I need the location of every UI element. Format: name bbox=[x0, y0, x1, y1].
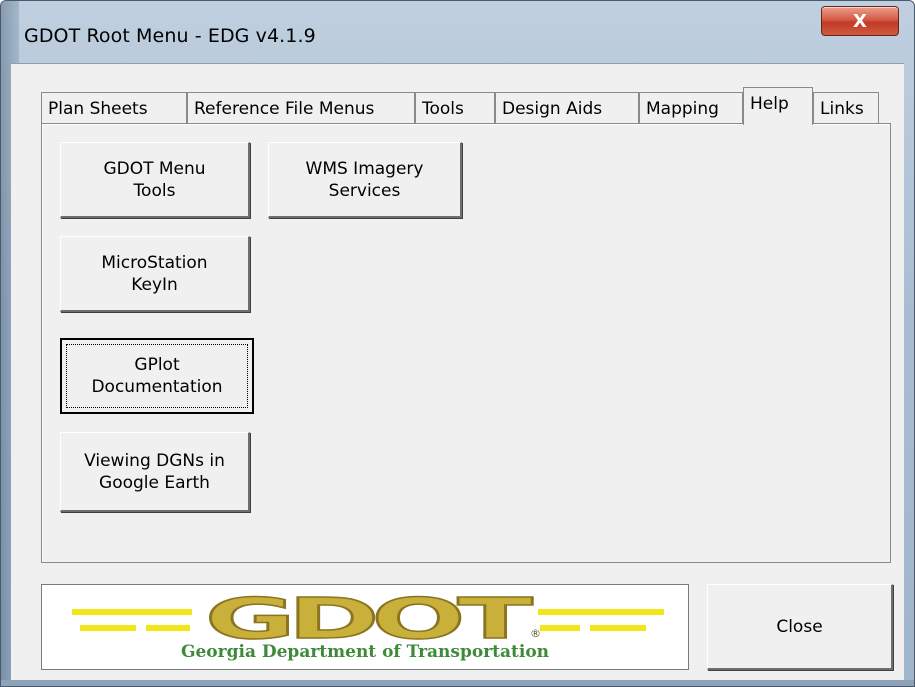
tab-links[interactable]: Links bbox=[813, 92, 879, 124]
tab-design-aids[interactable]: Design Aids bbox=[495, 92, 639, 124]
gplot-documentation-button[interactable]: GPlot Documentation bbox=[60, 338, 254, 414]
gdot-logo: GDOT ® Georgia Department of Transportat… bbox=[41, 584, 689, 670]
tab-tools[interactable]: Tools bbox=[415, 92, 495, 124]
dialog-window: GDOT Root Menu - EDG v4.1.9 X Plan Sheet… bbox=[0, 0, 915, 687]
window-title: GDOT Root Menu - EDG v4.1.9 bbox=[24, 25, 316, 47]
viewing-dgns-google-earth-button[interactable]: Viewing DGNs in Google Earth bbox=[60, 432, 250, 512]
gdot-menu-tools-button[interactable]: GDOT Menu Tools bbox=[60, 142, 250, 218]
microstation-keyin-button[interactable]: MicroStation KeyIn bbox=[60, 236, 250, 312]
window-bottom-border bbox=[1, 680, 914, 686]
window-close-button[interactable]: X bbox=[821, 6, 899, 36]
gplot-documentation-label: GPlot Documentation bbox=[91, 355, 223, 397]
tab-reference-file-menus[interactable]: Reference File Menus bbox=[187, 92, 415, 124]
title-bar[interactable]: GDOT Root Menu - EDG v4.1.9 X bbox=[1, 1, 914, 63]
tab-mapping[interactable]: Mapping bbox=[639, 92, 743, 124]
close-button[interactable]: Close bbox=[707, 584, 893, 670]
dialog-client-area: Plan Sheets Reference File Menus Tools D… bbox=[11, 63, 904, 681]
logo-registered-mark: ® bbox=[530, 627, 541, 640]
tab-plan-sheets[interactable]: Plan Sheets bbox=[41, 92, 187, 124]
tab-help[interactable]: Help bbox=[743, 87, 813, 125]
wms-imagery-services-button[interactable]: WMS Imagery Services bbox=[268, 142, 462, 218]
help-tab-panel: GDOT Menu Tools WMS Imagery Services Mic… bbox=[41, 123, 891, 563]
gdot-logo-graphic: GDOT ® Georgia Department of Transportat… bbox=[72, 586, 664, 662]
logo-subtitle: Georgia Department of Transportation bbox=[181, 642, 549, 662]
close-icon: X bbox=[853, 10, 867, 32]
